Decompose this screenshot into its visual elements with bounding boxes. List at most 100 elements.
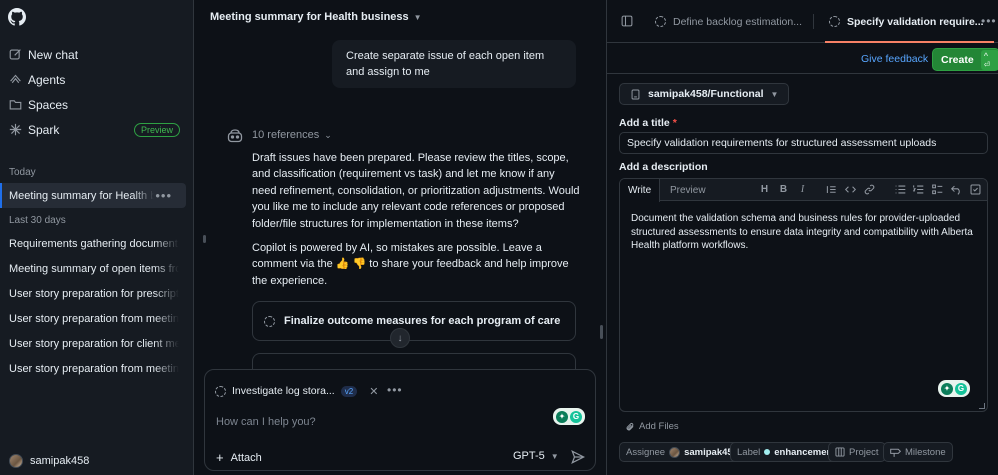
write-tab[interactable]: Write [620,179,661,202]
github-logo-icon[interactable] [8,8,26,26]
plus-icon: + [216,450,224,465]
conversation-title: User story preparation for prescription [9,287,179,300]
link-icon[interactable] [864,184,875,195]
italic-icon[interactable]: I [797,184,808,195]
title-label-text: Add a title [619,117,670,129]
user-menu[interactable]: samipak458 [9,454,89,468]
context-chip[interactable]: Investigate log stora... v2 ✕ [215,380,378,402]
add-files-label: Add Files [639,421,679,432]
undo-icon[interactable] [951,184,962,195]
model-label: GPT-5 [513,450,545,462]
references-toggle[interactable]: 10 references ⌄ [252,129,332,141]
send-icon[interactable] [571,450,585,464]
issue-title-input[interactable]: Specify validation requirements for stru… [619,132,988,154]
reply-disclaimer: Copilot is powered by AI, so mistakes ar… [252,240,580,289]
sidebar: New chat Agents Spaces Spark Preview Tod… [0,0,194,475]
conversation-title: Requirements gathering document for a [9,237,179,250]
attach-label: Attach [230,451,262,464]
assignee-label: Assignee [626,446,666,458]
preview-tab[interactable]: Preview [662,179,714,201]
spark-label: Spark [28,122,60,137]
more-options-icon[interactable]: ••• [155,188,172,203]
conversation-title: Meeting summary of open items from [9,262,179,275]
unordered-list-icon[interactable] [895,184,906,195]
code-icon[interactable] [845,184,856,195]
grammarly-assist-icon: ✦ [941,382,953,395]
spark-nav[interactable]: Spark Preview [0,117,194,142]
username: samipak458 [30,455,90,467]
new-chat-label: New chat [28,47,79,62]
model-selector[interactable]: GPT-5 ▼ [513,450,559,462]
conversation-item[interactable]: Meeting summary of open items from [0,256,194,281]
create-button[interactable]: Create ^ ⏎ [932,48,998,71]
project-button[interactable]: Project [828,442,886,462]
more-options-icon[interactable]: ••• [387,383,403,397]
tab-specify-validation[interactable]: Specify validation require... [825,0,994,43]
edit-icon [9,48,22,61]
quote-icon[interactable] [826,184,837,195]
draft-issue-icon [655,16,666,27]
thumbs-down-icon[interactable]: 👎 [353,258,367,270]
chevron-down-icon: ▼ [413,12,422,22]
conversation-item[interactable]: User story preparation from meeting tr [0,356,194,381]
conversation-item[interactable]: Requirements gathering document for a [0,231,194,256]
folder-icon [9,98,22,111]
tab-divider [813,14,814,29]
milestone-label: Milestone [905,446,946,458]
chat-input[interactable]: How can I help you? [216,416,316,428]
assistant-reply: Draft issues have been prepared. Please … [252,150,580,289]
add-files-button[interactable]: Add Files [625,421,679,432]
give-feedback-link[interactable]: Give feedback [861,53,928,65]
attach-button[interactable]: + Attach [216,450,262,465]
description-textarea[interactable]: Document the validation schema and busin… [620,201,987,264]
fullscreen-icon[interactable] [970,184,981,195]
spaces-nav[interactable]: Spaces [0,92,194,117]
milestone-icon [890,447,901,457]
bold-icon[interactable]: B [778,184,789,195]
chevron-down-icon: ▼ [770,89,779,99]
description-label: Add a description [619,161,708,173]
conversation-item[interactable]: User story preparation for client meetin… [0,331,194,356]
scrollbar[interactable] [203,235,206,243]
repository-selector[interactable]: samipak458/Functional ▼ [619,83,790,105]
sidebar-toggle-icon[interactable] [621,15,633,27]
draft-issue-icon [264,315,275,327]
chevron-down-icon: ⌄ [324,129,332,140]
resize-handle[interactable] [979,403,985,409]
heading-icon[interactable]: H [759,184,770,195]
new-chat-nav[interactable]: New chat [0,42,194,67]
task-list-icon[interactable] [932,184,943,195]
thumbs-up-icon[interactable]: 👍 [336,258,350,270]
grammarly-icon[interactable]: ✦ G [553,408,585,425]
label-button[interactable]: Label enhancement [730,442,843,462]
grammarly-icon[interactable]: ✦ G [938,380,970,397]
chat-title-dropdown[interactable]: Meeting summary for Health business ▼ [210,11,422,23]
conversation-item[interactable]: User story preparation for prescription [0,281,194,306]
version-badge: v2 [340,385,358,397]
grammarly-g-icon: G [955,382,967,395]
scrollbar[interactable] [600,325,603,339]
close-icon[interactable]: ✕ [369,385,378,398]
conversation-item-active[interactable]: Meeting summary for Health business ••• [0,183,186,208]
spark-icon [9,123,22,136]
last-30-days-label: Last 30 days [9,215,66,226]
grammarly-assist-icon: ✦ [556,410,568,423]
conversation-title: User story preparation for client meetin… [9,337,179,350]
draft-issue-card[interactable]: Finalize outcome measures for each progr… [252,301,576,341]
project-icon [835,447,845,457]
milestone-button[interactable]: Milestone [883,442,953,462]
assignee-button[interactable]: Assignee samipak458 [619,442,745,462]
tab-label: Specify validation require... [847,15,984,28]
conversation-item[interactable]: User story preparation from meeting tr [0,306,194,331]
tab-define-backlog[interactable]: Define backlog estimation... [655,0,802,43]
tab-label: Define backlog estimation... [673,15,802,28]
repo-icon [630,89,641,100]
scroll-down-button[interactable]: ↓ [390,328,410,348]
grammarly-g-icon: G [570,410,582,423]
agents-nav[interactable]: Agents [0,67,194,92]
repo-name: samipak458/Functional [648,88,764,100]
ordered-list-icon[interactable] [913,184,924,195]
chevron-down-icon: ▼ [550,451,559,461]
description-editor: Write Preview H B I Document the validat… [619,178,988,412]
more-options-icon[interactable]: ••• [981,14,997,28]
